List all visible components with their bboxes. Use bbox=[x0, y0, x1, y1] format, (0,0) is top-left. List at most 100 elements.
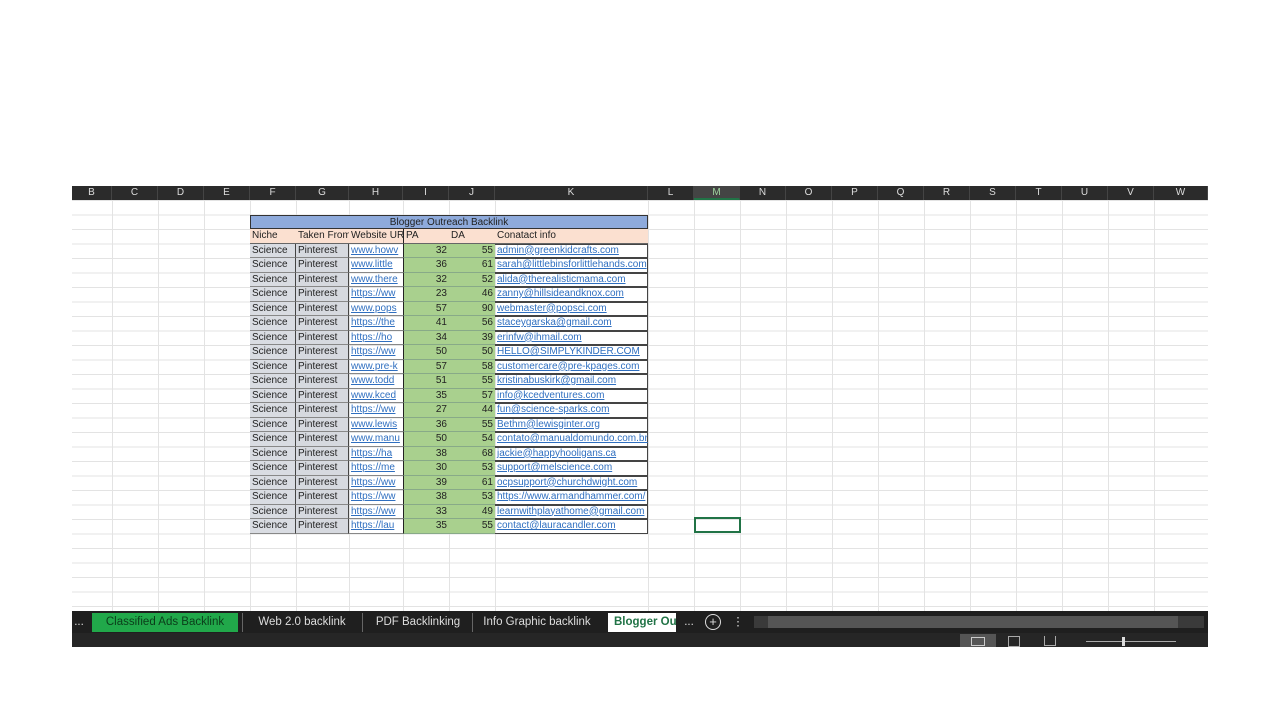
cell-da[interactable]: 49 bbox=[449, 504, 495, 519]
cell-website-url[interactable]: www.lewis bbox=[349, 418, 403, 432]
cell-pa[interactable]: 39 bbox=[403, 475, 449, 490]
column-header-T[interactable]: T bbox=[1016, 186, 1062, 200]
cell-website-url[interactable]: https://ho bbox=[349, 331, 403, 345]
cell-niche[interactable]: Science bbox=[250, 432, 296, 447]
sheet-tab[interactable]: Web 2.0 backlink bbox=[242, 613, 361, 632]
cell-da[interactable]: 55 bbox=[449, 374, 495, 389]
cell-website-url[interactable]: www.there bbox=[349, 273, 403, 287]
sheet-options-icon[interactable]: ⋮ bbox=[732, 613, 744, 632]
cell-niche[interactable]: Science bbox=[250, 504, 296, 519]
cell-taken-from[interactable]: Pinterest bbox=[296, 243, 349, 258]
cell-website-url[interactable]: https://me bbox=[349, 461, 403, 476]
scrollbar-thumb[interactable] bbox=[768, 616, 1178, 628]
cell-pa[interactable]: 27 bbox=[403, 403, 449, 418]
column-header-F[interactable]: F bbox=[250, 186, 296, 200]
cell-taken-from[interactable]: Pinterest bbox=[296, 403, 349, 418]
cell-contact-email[interactable]: contact@lauracandler.com bbox=[495, 519, 648, 534]
cell-da[interactable]: 58 bbox=[449, 359, 495, 374]
zoom-slider[interactable] bbox=[1086, 637, 1176, 646]
cell-da[interactable]: 61 bbox=[449, 258, 495, 273]
cell-niche[interactable]: Science bbox=[250, 301, 296, 316]
cell-website-url[interactable]: https://ww bbox=[349, 287, 403, 302]
header-da[interactable]: DA bbox=[449, 229, 495, 244]
cell-pa[interactable]: 50 bbox=[403, 345, 449, 360]
cell-contact-email[interactable]: support@melscience.com bbox=[495, 461, 648, 476]
cell-da[interactable]: 55 bbox=[449, 417, 495, 432]
cell-pa[interactable]: 41 bbox=[403, 316, 449, 331]
cell-website-url[interactable]: www.manu bbox=[349, 432, 403, 447]
page-break-icon[interactable] bbox=[1044, 636, 1056, 646]
column-header-I[interactable]: I bbox=[403, 186, 449, 200]
cell-pa[interactable]: 38 bbox=[403, 490, 449, 505]
cell-website-url[interactable]: https://the bbox=[349, 316, 403, 331]
cell-contact-email[interactable]: customercare@pre-kpages.com bbox=[495, 360, 648, 375]
column-header-G[interactable]: G bbox=[296, 186, 349, 200]
cell-pa[interactable]: 36 bbox=[403, 258, 449, 273]
column-header-R[interactable]: R bbox=[924, 186, 970, 200]
cell-niche[interactable]: Science bbox=[250, 388, 296, 403]
cell-taken-from[interactable]: Pinterest bbox=[296, 432, 349, 447]
cell-niche[interactable]: Science bbox=[250, 519, 296, 534]
cell-pa[interactable]: 23 bbox=[403, 287, 449, 302]
cell-da[interactable]: 44 bbox=[449, 403, 495, 418]
column-header-V[interactable]: V bbox=[1108, 186, 1154, 200]
cell-pa[interactable]: 50 bbox=[403, 432, 449, 447]
cell-contact-email[interactable]: webmaster@popsci.com bbox=[495, 302, 648, 317]
sheet-tab[interactable]: Blogger Outreach Backlink bbox=[608, 613, 676, 632]
tabs-scroll-left[interactable]: ... bbox=[72, 613, 86, 632]
column-header-S[interactable]: S bbox=[970, 186, 1016, 200]
cell-taken-from[interactable]: Pinterest bbox=[296, 258, 349, 273]
cell-contact-email[interactable]: HELLO@SIMPLYKINDER.COM bbox=[495, 345, 648, 360]
cell-website-url[interactable]: www.pre-k bbox=[349, 360, 403, 374]
cell-pa[interactable]: 32 bbox=[403, 272, 449, 287]
cell-pa[interactable]: 57 bbox=[403, 301, 449, 316]
cell-da[interactable]: 54 bbox=[449, 432, 495, 447]
cell-contact-email[interactable]: ocpsupport@churchdwight.com bbox=[495, 476, 648, 491]
cell-taken-from[interactable]: Pinterest bbox=[296, 272, 349, 287]
cell-website-url[interactable]: www.todd bbox=[349, 374, 403, 389]
cell-da[interactable]: 90 bbox=[449, 301, 495, 316]
header-niche[interactable]: Niche bbox=[250, 229, 296, 244]
column-header-L[interactable]: L bbox=[648, 186, 694, 200]
table-title[interactable]: Blogger Outreach Backlink bbox=[250, 214, 648, 229]
cell-contact-email[interactable]: admin@greenkidcrafts.com bbox=[495, 244, 648, 259]
cell-taken-from[interactable]: Pinterest bbox=[296, 490, 349, 505]
cell-niche[interactable]: Science bbox=[250, 316, 296, 331]
column-header-E[interactable]: E bbox=[204, 186, 250, 200]
cell-contact-email[interactable]: sarah@littlebinsforlittlehands.com bbox=[495, 258, 648, 273]
column-header-O[interactable]: O bbox=[786, 186, 832, 200]
column-header-J[interactable]: J bbox=[449, 186, 495, 200]
cell-taken-from[interactable]: Pinterest bbox=[296, 330, 349, 345]
cell-da[interactable]: 52 bbox=[449, 272, 495, 287]
cell-website-url[interactable]: https://ha bbox=[349, 447, 403, 461]
cell-contact-email[interactable]: fun@science-sparks.com bbox=[495, 403, 648, 418]
cell-niche[interactable]: Science bbox=[250, 287, 296, 302]
cell-taken-from[interactable]: Pinterest bbox=[296, 287, 349, 302]
cell-website-url[interactable]: https://ww bbox=[349, 403, 403, 418]
cell-taken-from[interactable]: Pinterest bbox=[296, 359, 349, 374]
cell-taken-from[interactable]: Pinterest bbox=[296, 316, 349, 331]
cell-taken-from[interactable]: Pinterest bbox=[296, 388, 349, 403]
column-header-H[interactable]: H bbox=[349, 186, 403, 200]
cell-da[interactable]: 55 bbox=[449, 243, 495, 258]
cell-contact-email[interactable]: Bethm@lewisginter.org bbox=[495, 418, 648, 433]
cell-pa[interactable]: 38 bbox=[403, 446, 449, 461]
sheet-tab[interactable]: Classified Ads Backlink bbox=[92, 613, 238, 632]
cell-taken-from[interactable]: Pinterest bbox=[296, 504, 349, 519]
cell-niche[interactable]: Science bbox=[250, 446, 296, 461]
column-header-M[interactable]: M bbox=[694, 186, 740, 200]
cell-taken-from[interactable]: Pinterest bbox=[296, 374, 349, 389]
column-header-N[interactable]: N bbox=[740, 186, 786, 200]
column-header-P[interactable]: P bbox=[832, 186, 878, 200]
cell-da[interactable]: 50 bbox=[449, 345, 495, 360]
selected-cell[interactable] bbox=[694, 517, 741, 533]
horizontal-scrollbar[interactable] bbox=[754, 616, 1204, 628]
cell-pa[interactable]: 33 bbox=[403, 504, 449, 519]
column-header-C[interactable]: C bbox=[112, 186, 158, 200]
cell-niche[interactable]: Science bbox=[250, 417, 296, 432]
cell-pa[interactable]: 57 bbox=[403, 359, 449, 374]
cell-niche[interactable]: Science bbox=[250, 359, 296, 374]
header-taken-from[interactable]: Taken From bbox=[296, 229, 349, 244]
header-website-url[interactable]: Website URL bbox=[349, 229, 403, 244]
cell-niche[interactable]: Science bbox=[250, 475, 296, 490]
